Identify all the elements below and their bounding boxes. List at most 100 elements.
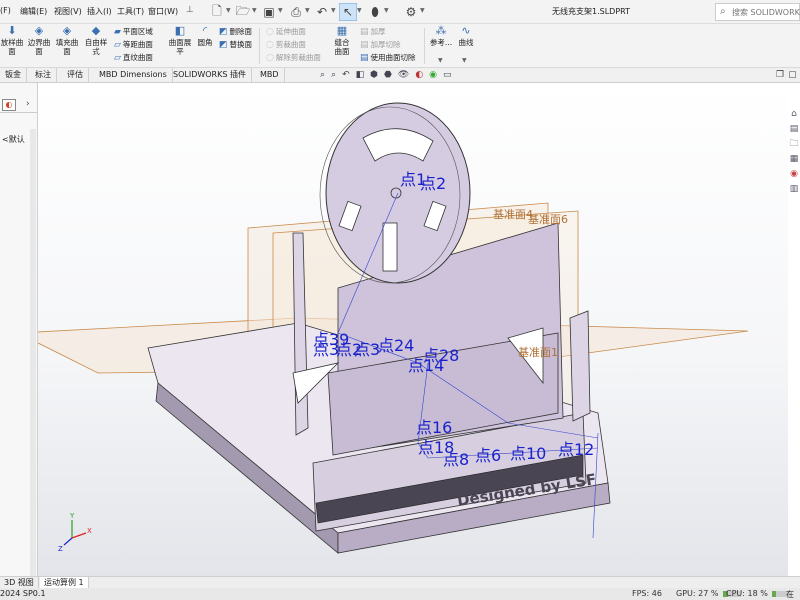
model-scene[interactable]: 基准面4 基准面6 基准面1 点1 点2 点39 点3 点2 点3 点24 点2…	[38, 83, 788, 576]
panel-scrollbar[interactable]	[30, 129, 36, 579]
thicken-cut-button[interactable]: ▤ 加厚切除	[360, 39, 401, 50]
freeform-button[interactable]: ◆ 自由样式	[84, 25, 108, 56]
loft-surface-button[interactable]: ⬇ 放样曲面	[0, 25, 24, 56]
cpu-meter-fill	[772, 590, 776, 597]
reference-dropdown-caret[interactable]: ▼	[438, 57, 443, 64]
delete-face-button[interactable]: ◩ 删除面	[219, 26, 252, 37]
menu-insert[interactable]: 插入(I)	[87, 6, 112, 17]
rebuild-dropdown-caret[interactable]: ▼	[384, 7, 389, 14]
view-settings-icon[interactable]: ▭	[443, 70, 452, 82]
point-label-12[interactable]: 点12	[558, 440, 594, 459]
hide-show-items-icon[interactable]: 👁	[398, 70, 409, 82]
extend-surface-button[interactable]: ◌ 延伸曲面	[266, 26, 306, 37]
plane-label-4[interactable]: 基准面4	[493, 208, 533, 221]
fillet-icon: ◜	[202, 24, 208, 37]
pin-icon[interactable]: ⊥	[186, 5, 194, 15]
tab-solidworks-addins[interactable]: SOLIDWORKS 插件	[168, 68, 252, 83]
design-library-icon[interactable]: ▤	[788, 123, 800, 135]
menu-tools[interactable]: 工具(T)	[117, 6, 144, 17]
thicken-cut-label: 加厚切除	[370, 40, 401, 49]
surface-flatten-button[interactable]: ◧ 曲面展平	[167, 25, 193, 56]
fillet-button[interactable]: ◜ 圆角	[195, 24, 215, 47]
zoom-area-icon[interactable]: ⌕	[331, 70, 336, 82]
filled-surface-button[interactable]: ◈ 填充曲面	[55, 25, 79, 56]
reference-geometry-button[interactable]: ⁂ 参考...	[428, 25, 454, 47]
point-label-14[interactable]: 点14	[408, 356, 444, 375]
untrim-surface-icon: ◌	[266, 52, 274, 63]
point-label-6[interactable]: 点6	[475, 446, 501, 465]
tab-annotation[interactable]: 标注	[30, 68, 57, 83]
print-dropdown-caret[interactable]: ▼	[305, 7, 310, 14]
view-orientation-icon[interactable]: ⬢	[370, 70, 378, 82]
point-label-8[interactable]: 点8	[443, 450, 469, 469]
tab-sheet-metal[interactable]: 钣金	[0, 68, 27, 83]
edit-appearance-icon[interactable]: ◐	[415, 70, 423, 82]
curves-button[interactable]: ∿ 曲线	[456, 25, 476, 47]
new-dropdown-caret[interactable]: ▼	[226, 7, 231, 14]
curves-dropdown-caret[interactable]: ▼	[462, 57, 467, 64]
options-dropdown-caret[interactable]: ▼	[420, 7, 425, 14]
default-configuration-label[interactable]: <默认	[2, 134, 25, 145]
graphics-viewport[interactable]: 基准面4 基准面6 基准面1 点1 点2 点39 点3 点2 点3 点24 点2…	[38, 83, 788, 576]
custom-properties-icon[interactable]: ▥	[788, 183, 800, 195]
menu-edit[interactable]: 编辑(E)	[20, 6, 47, 17]
select-dropdown-caret[interactable]: ▼	[357, 7, 362, 14]
print-icon[interactable]: ⎙	[287, 3, 305, 21]
apply-scene-icon[interactable]: ◉	[429, 70, 437, 82]
planar-surface-label: 平面区域	[122, 27, 153, 36]
point-label-24[interactable]: 点24	[378, 336, 414, 355]
freeform-label: 自由样式	[84, 38, 108, 56]
panel-expand-arrow-icon[interactable]: ›	[26, 99, 30, 109]
section-view-icon[interactable]: ◧	[356, 70, 365, 82]
appearances-icon[interactable]: ◉	[788, 168, 800, 180]
right-upright-post[interactable]	[569, 310, 591, 422]
point-label-16[interactable]: 点16	[416, 418, 452, 437]
plane-label-6[interactable]: 基准面6	[528, 213, 568, 226]
new-document-icon[interactable]: 🗋	[208, 3, 226, 21]
search-input[interactable]	[732, 5, 800, 20]
view-palette-icon[interactable]: ▦	[788, 153, 800, 165]
zoom-to-fit-icon[interactable]: ⌕	[320, 70, 325, 82]
trim-surface-button[interactable]: ◌ 剪裁曲面	[266, 39, 306, 50]
thicken-button[interactable]: ▤ 加厚	[360, 26, 386, 37]
surface-cut-button[interactable]: ▤ 使用曲面切除	[360, 52, 416, 63]
menu-file[interactable]: (F)	[0, 6, 11, 15]
select-pointer-icon[interactable]: ↖	[339, 3, 357, 21]
plane-label-1[interactable]: 基准面1	[518, 346, 558, 359]
planar-surface-button[interactable]: ▰ 平面区域	[114, 26, 153, 37]
command-manager-ribbon: ⬇ 放样曲面 ◈ 边界曲面 ◈ 填充曲面 ◆ 自由样式 ▰ 平面区域 ▱ 等距曲…	[0, 24, 800, 68]
menu-view[interactable]: 视图(V)	[54, 6, 82, 17]
undo-dropdown-caret[interactable]: ▼	[331, 7, 336, 14]
thicken-label: 加厚	[370, 27, 386, 36]
point-label-3b[interactable]: 点3	[354, 340, 380, 359]
maximize-window-icon[interactable]: ▢	[788, 70, 797, 80]
open-folder-icon[interactable]: 🗁	[234, 3, 252, 21]
previous-view-icon[interactable]: ↶	[342, 70, 350, 82]
restore-window-icon[interactable]: ❐	[776, 70, 784, 80]
ruled-surface-button[interactable]: ▱ 直纹曲面	[114, 52, 153, 63]
feature-tree-tab-icon[interactable]: ◐	[2, 99, 16, 111]
heads-up-view-toolbar: ⌕ ⌕ ↶ ◧ ⬢ ⬣ 👁 ◐ ◉ ▭	[320, 70, 452, 82]
replace-face-icon: ◩	[219, 39, 228, 50]
point-label-10[interactable]: 点10	[510, 444, 546, 463]
file-explorer-icon[interactable]: 🗀	[788, 138, 800, 150]
menu-window[interactable]: 窗口(W)	[148, 6, 178, 17]
undo-icon[interactable]: ↶	[313, 3, 331, 21]
untrim-surface-button[interactable]: ◌ 解除剪裁曲面	[266, 52, 321, 63]
tab-evaluate[interactable]: 评估	[62, 68, 89, 83]
tab-mbd-dimensions[interactable]: MBD Dimensions	[94, 68, 173, 83]
knit-surface-button[interactable]: ▦ 缝合 曲面	[330, 25, 354, 56]
replace-face-button[interactable]: ◩ 替换面	[219, 39, 252, 50]
point-label-2[interactable]: 点2	[420, 174, 446, 193]
traffic-light-icon[interactable]: ⬮	[366, 3, 384, 21]
boundary-surface-button[interactable]: ◈ 边界曲面	[27, 25, 51, 56]
display-style-icon[interactable]: ⬣	[384, 70, 392, 82]
save-icon[interactable]: ▣	[260, 3, 278, 21]
gear-icon[interactable]: ⚙	[402, 3, 420, 21]
tab-mbd[interactable]: MBD	[255, 68, 285, 83]
save-dropdown-caret[interactable]: ▼	[278, 7, 283, 14]
search-box[interactable]: ⌕	[715, 3, 800, 21]
open-dropdown-caret[interactable]: ▼	[252, 7, 257, 14]
solidworks-resources-icon[interactable]: ⌂	[788, 108, 800, 120]
offset-surface-button[interactable]: ▱ 等距曲面	[114, 39, 153, 50]
